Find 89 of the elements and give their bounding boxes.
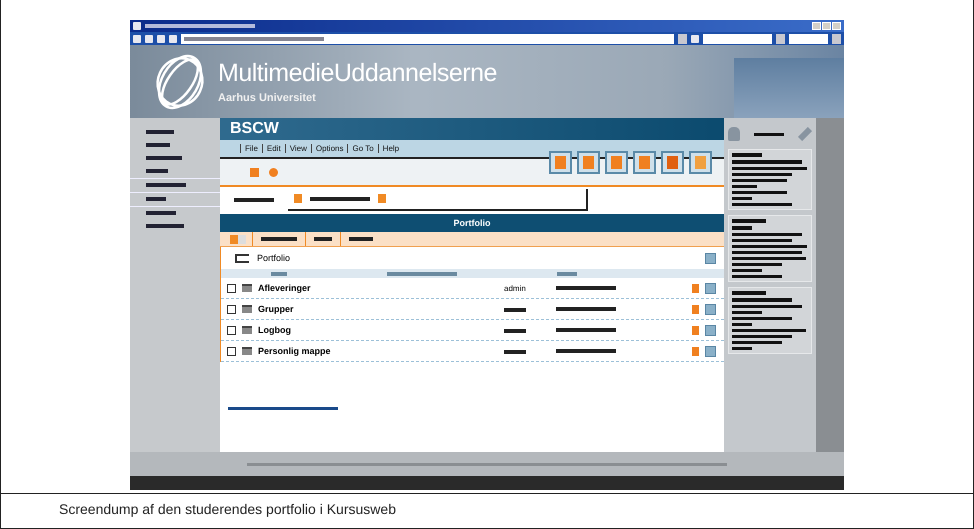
illegible-text-drawing <box>732 239 792 242</box>
folder-icon <box>378 194 386 203</box>
go-icon[interactable] <box>690 34 699 42</box>
illegible-text-drawing <box>234 198 274 202</box>
toolbar-button[interactable] <box>689 151 712 174</box>
page-icon <box>133 22 141 30</box>
dropdown-button[interactable] <box>832 34 841 44</box>
toolbar-button[interactable] <box>661 151 684 174</box>
illegible-text-drawing <box>732 305 802 308</box>
folder-icon <box>242 347 252 355</box>
menu-item[interactable]: View <box>284 144 311 153</box>
arrow-button[interactable] <box>705 346 716 356</box>
folder-link[interactable]: Personlig mappe <box>258 346 498 356</box>
checkbox[interactable] <box>227 284 236 292</box>
menu-item[interactable]: Go To <box>347 144 378 153</box>
arrow-button[interactable] <box>705 252 716 264</box>
search-field[interactable] <box>702 34 772 44</box>
illegible-text-drawing <box>732 197 752 200</box>
illegible-text-drawing <box>732 311 762 314</box>
illegible-text-drawing <box>732 251 802 254</box>
home-icon <box>294 194 302 203</box>
figure-caption: Screendump af den studerendes portfolio i Kursusweb <box>58 500 397 517</box>
open-folder-icon <box>235 254 249 262</box>
folder-link[interactable]: Afleveringer <box>258 283 498 293</box>
hand-icon[interactable] <box>692 346 699 356</box>
check-icon[interactable] <box>230 234 238 244</box>
menu-item[interactable]: File <box>240 144 262 153</box>
illegible-text-drawing <box>732 203 792 206</box>
illegible-text-drawing <box>732 179 787 182</box>
toolbar-button[interactable] <box>577 151 600 174</box>
site-subtitle: Aarhus Universitet <box>218 92 317 104</box>
toolbar-button[interactable] <box>549 151 572 174</box>
illegible-text-drawing <box>504 308 526 312</box>
owner-text: admin <box>504 284 527 292</box>
illegible-text-drawing <box>504 328 526 332</box>
illegible-text-drawing <box>556 328 616 332</box>
app-title: BSCW <box>230 120 279 138</box>
illegible-text-drawing <box>732 298 792 302</box>
checkbox[interactable] <box>227 304 236 314</box>
dropdown-button[interactable] <box>776 34 785 44</box>
illegible-text-drawing <box>732 185 757 188</box>
illegible-text-drawing <box>732 269 762 272</box>
toolbar-button[interactable] <box>633 151 656 174</box>
arrow-button[interactable] <box>705 304 716 314</box>
folder-icon <box>242 305 252 313</box>
hand-icon[interactable] <box>692 326 699 334</box>
user-icon <box>728 127 740 141</box>
illegible-text-drawing <box>732 341 782 344</box>
illegible-text-drawing <box>732 226 752 230</box>
arrow-button[interactable] <box>705 324 716 336</box>
checkbox[interactable] <box>227 326 236 334</box>
folder-link[interactable]: Logbog <box>258 325 498 335</box>
illegible-text-drawing <box>556 286 616 290</box>
illegible-text-drawing <box>732 173 792 176</box>
dropdown-button[interactable] <box>678 34 687 44</box>
illegible-text-drawing <box>732 191 787 194</box>
folder-icon <box>242 284 252 292</box>
illegible-text-drawing <box>732 263 782 266</box>
illegible-text-drawing <box>732 153 762 157</box>
toolbar-button[interactable] <box>605 151 628 174</box>
hand-icon[interactable] <box>692 284 699 292</box>
arrow-button[interactable] <box>705 282 716 294</box>
folder-link[interactable]: Grupper <box>258 304 498 314</box>
search-engine-field[interactable] <box>788 34 828 44</box>
illegible-text-drawing <box>732 275 782 278</box>
illegible-text-drawing <box>754 132 784 136</box>
illegible-text-drawing <box>732 160 802 164</box>
illegible-text-drawing <box>732 291 766 295</box>
section-title: Portfolio <box>454 218 490 228</box>
checkbox[interactable] <box>227 346 236 356</box>
illegible-text-drawing <box>732 317 792 320</box>
illegible-text-drawing <box>732 233 802 236</box>
menu-item[interactable]: Options <box>310 144 348 153</box>
site-title: MultimedieUddannelserne <box>218 59 497 88</box>
illegible-text-drawing <box>504 350 526 354</box>
illegible-text-drawing <box>556 349 616 353</box>
illegible-text-drawing[interactable] <box>310 196 370 200</box>
menu-item[interactable]: Edit <box>262 144 285 153</box>
illegible-text-drawing <box>732 347 752 350</box>
folder-name: Portfolio <box>257 253 290 263</box>
illegible-text-drawing <box>732 335 792 338</box>
hand-icon[interactable] <box>692 304 699 314</box>
folder-icon <box>242 326 252 334</box>
uncheck-icon[interactable] <box>238 234 246 244</box>
address-field[interactable] <box>180 34 674 44</box>
illegible-text-drawing <box>732 323 752 326</box>
illegible-text-drawing <box>556 307 616 311</box>
menu-item[interactable]: Help <box>378 144 404 153</box>
illegible-text-drawing <box>732 219 766 223</box>
